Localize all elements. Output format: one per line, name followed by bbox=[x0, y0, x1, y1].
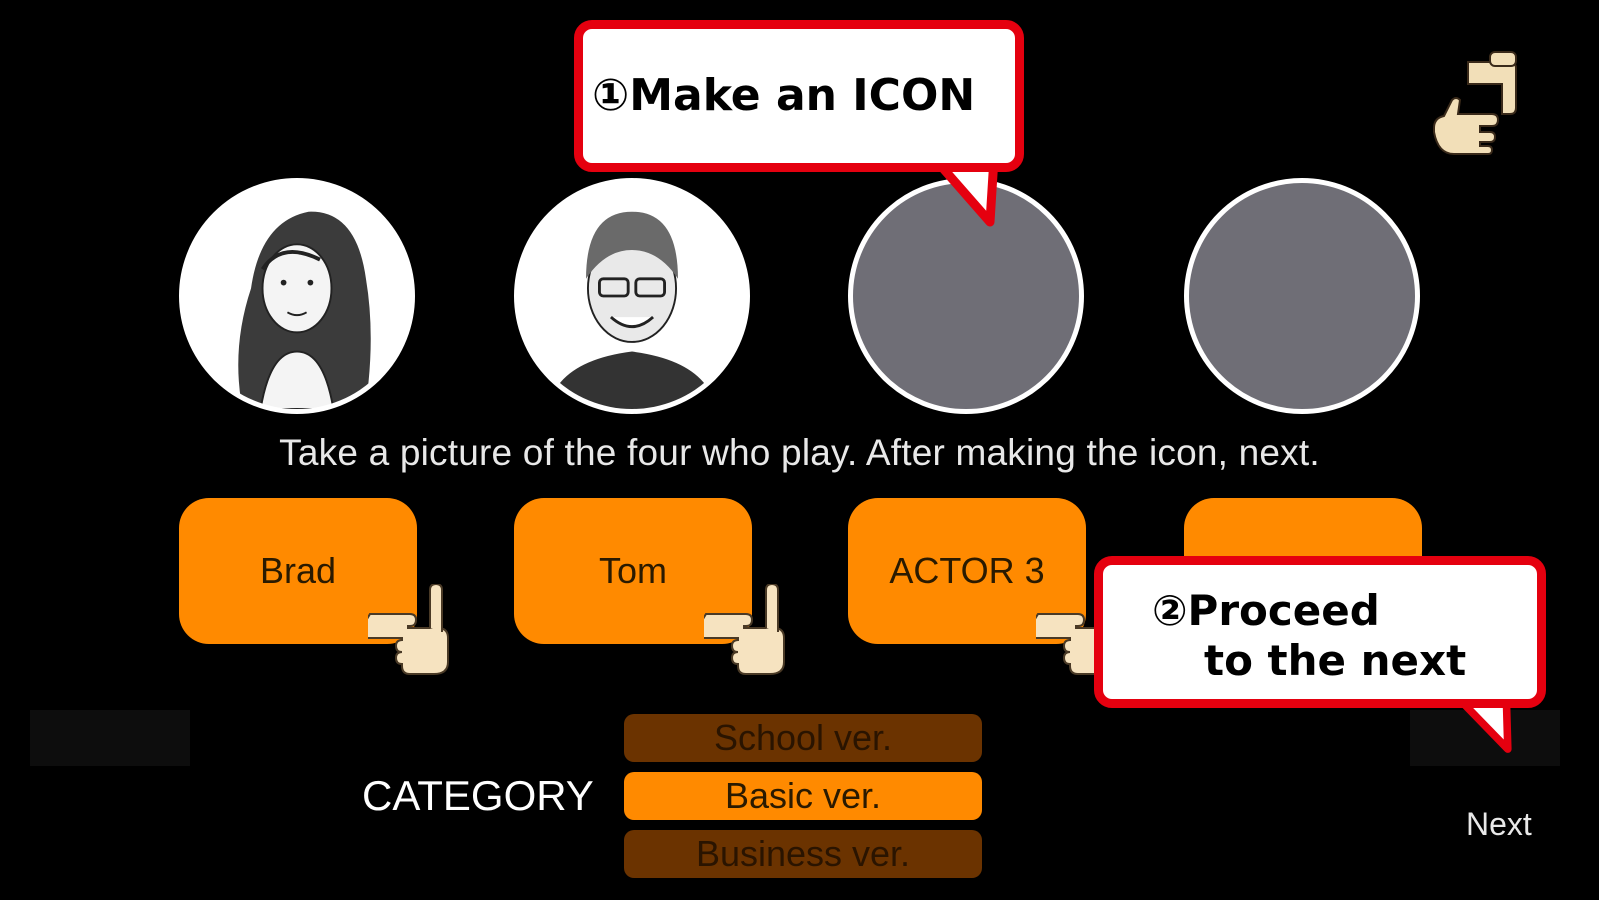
category-option-school[interactable]: School ver. bbox=[624, 714, 982, 762]
rotate-screen-icon[interactable] bbox=[1430, 48, 1540, 168]
actor-2-avatar[interactable] bbox=[514, 178, 750, 414]
pointing-hand-icon bbox=[368, 584, 449, 675]
pointing-hand-icon bbox=[704, 584, 785, 675]
actor-1-avatar[interactable] bbox=[179, 178, 415, 414]
next-button[interactable]: Next bbox=[1466, 806, 1532, 843]
callout-proceed-line2: to the next bbox=[1204, 636, 1467, 685]
category-option-basic[interactable]: Basic ver. bbox=[624, 772, 982, 820]
category-option-business[interactable]: Business ver. bbox=[624, 830, 982, 878]
bottom-left-panel bbox=[30, 710, 190, 766]
callout-make-icon-text: ①Make an ICON bbox=[592, 70, 976, 121]
callout-proceed-line1: ②Proceed bbox=[1152, 586, 1380, 635]
category-label: CATEGORY bbox=[362, 772, 594, 819]
actor-4-avatar-empty[interactable] bbox=[1184, 178, 1420, 414]
instruction-text: Take a picture of the four who play. Aft… bbox=[279, 432, 1320, 473]
